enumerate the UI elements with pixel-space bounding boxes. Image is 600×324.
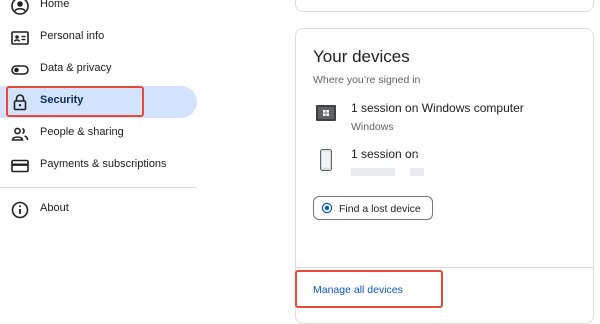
sidebar-item-label: Home bbox=[40, 0, 70, 10]
toggle-icon bbox=[11, 65, 29, 75]
sidebar-nav: Home Personal info Data & privacy Securi… bbox=[0, 0, 200, 316]
card-title: Your devices bbox=[313, 47, 410, 66]
your-devices-card: Your devices Where you’re signed in 1 se… bbox=[295, 28, 594, 324]
sidebar-item-home[interactable]: Home bbox=[0, 0, 197, 22]
sidebar-item-label: Data & privacy bbox=[40, 62, 112, 74]
redacted-text bbox=[416, 154, 424, 155]
laptop-icon bbox=[316, 105, 336, 121]
locate-icon bbox=[321, 202, 333, 214]
sidebar-item-data-privacy[interactable]: Data & privacy bbox=[0, 54, 197, 86]
find-lost-device-label: Find a lost device bbox=[339, 203, 421, 215]
lock-icon bbox=[13, 94, 27, 111]
manage-all-devices-link[interactable]: Manage all devices bbox=[313, 284, 403, 296]
credit-card-icon bbox=[11, 159, 29, 173]
sidebar-divider bbox=[0, 187, 197, 188]
sidebar-item-label: People & sharing bbox=[40, 126, 124, 138]
phone-icon bbox=[320, 149, 332, 171]
device-row-windows[interactable]: 1 session on Windows computer Windows bbox=[296, 101, 593, 141]
find-lost-device-button[interactable]: Find a lost device bbox=[313, 196, 433, 220]
sidebar-item-label: Security bbox=[40, 94, 84, 106]
device-subtitle: Windows bbox=[351, 121, 394, 133]
redacted-text bbox=[351, 168, 395, 176]
id-card-icon bbox=[11, 31, 29, 45]
sidebar-item-personal-info[interactable]: Personal info bbox=[0, 22, 197, 54]
device-title: 1 session on Windows computer bbox=[351, 101, 524, 115]
device-title: 1 session on bbox=[351, 147, 419, 161]
card-divider bbox=[296, 267, 593, 268]
sidebar-item-payments-subscriptions[interactable]: Payments & subscriptions bbox=[0, 150, 197, 182]
sidebar-item-about[interactable]: About bbox=[0, 194, 197, 226]
account-circle-icon bbox=[11, 0, 29, 15]
sidebar-item-label: Personal info bbox=[40, 30, 105, 42]
sidebar-item-label: Payments & subscriptions bbox=[40, 158, 167, 170]
sidebar-item-label: About bbox=[40, 202, 69, 214]
card-subtitle: Where you’re signed in bbox=[313, 74, 421, 86]
redacted-text bbox=[410, 168, 424, 176]
sidebar-item-people-sharing[interactable]: People & sharing bbox=[0, 118, 197, 150]
sidebar-item-security[interactable]: Security bbox=[0, 86, 197, 118]
device-row-phone[interactable]: 1 session on bbox=[296, 147, 593, 187]
info-icon bbox=[11, 201, 29, 219]
people-icon bbox=[11, 127, 29, 141]
previous-card bbox=[295, 0, 594, 12]
